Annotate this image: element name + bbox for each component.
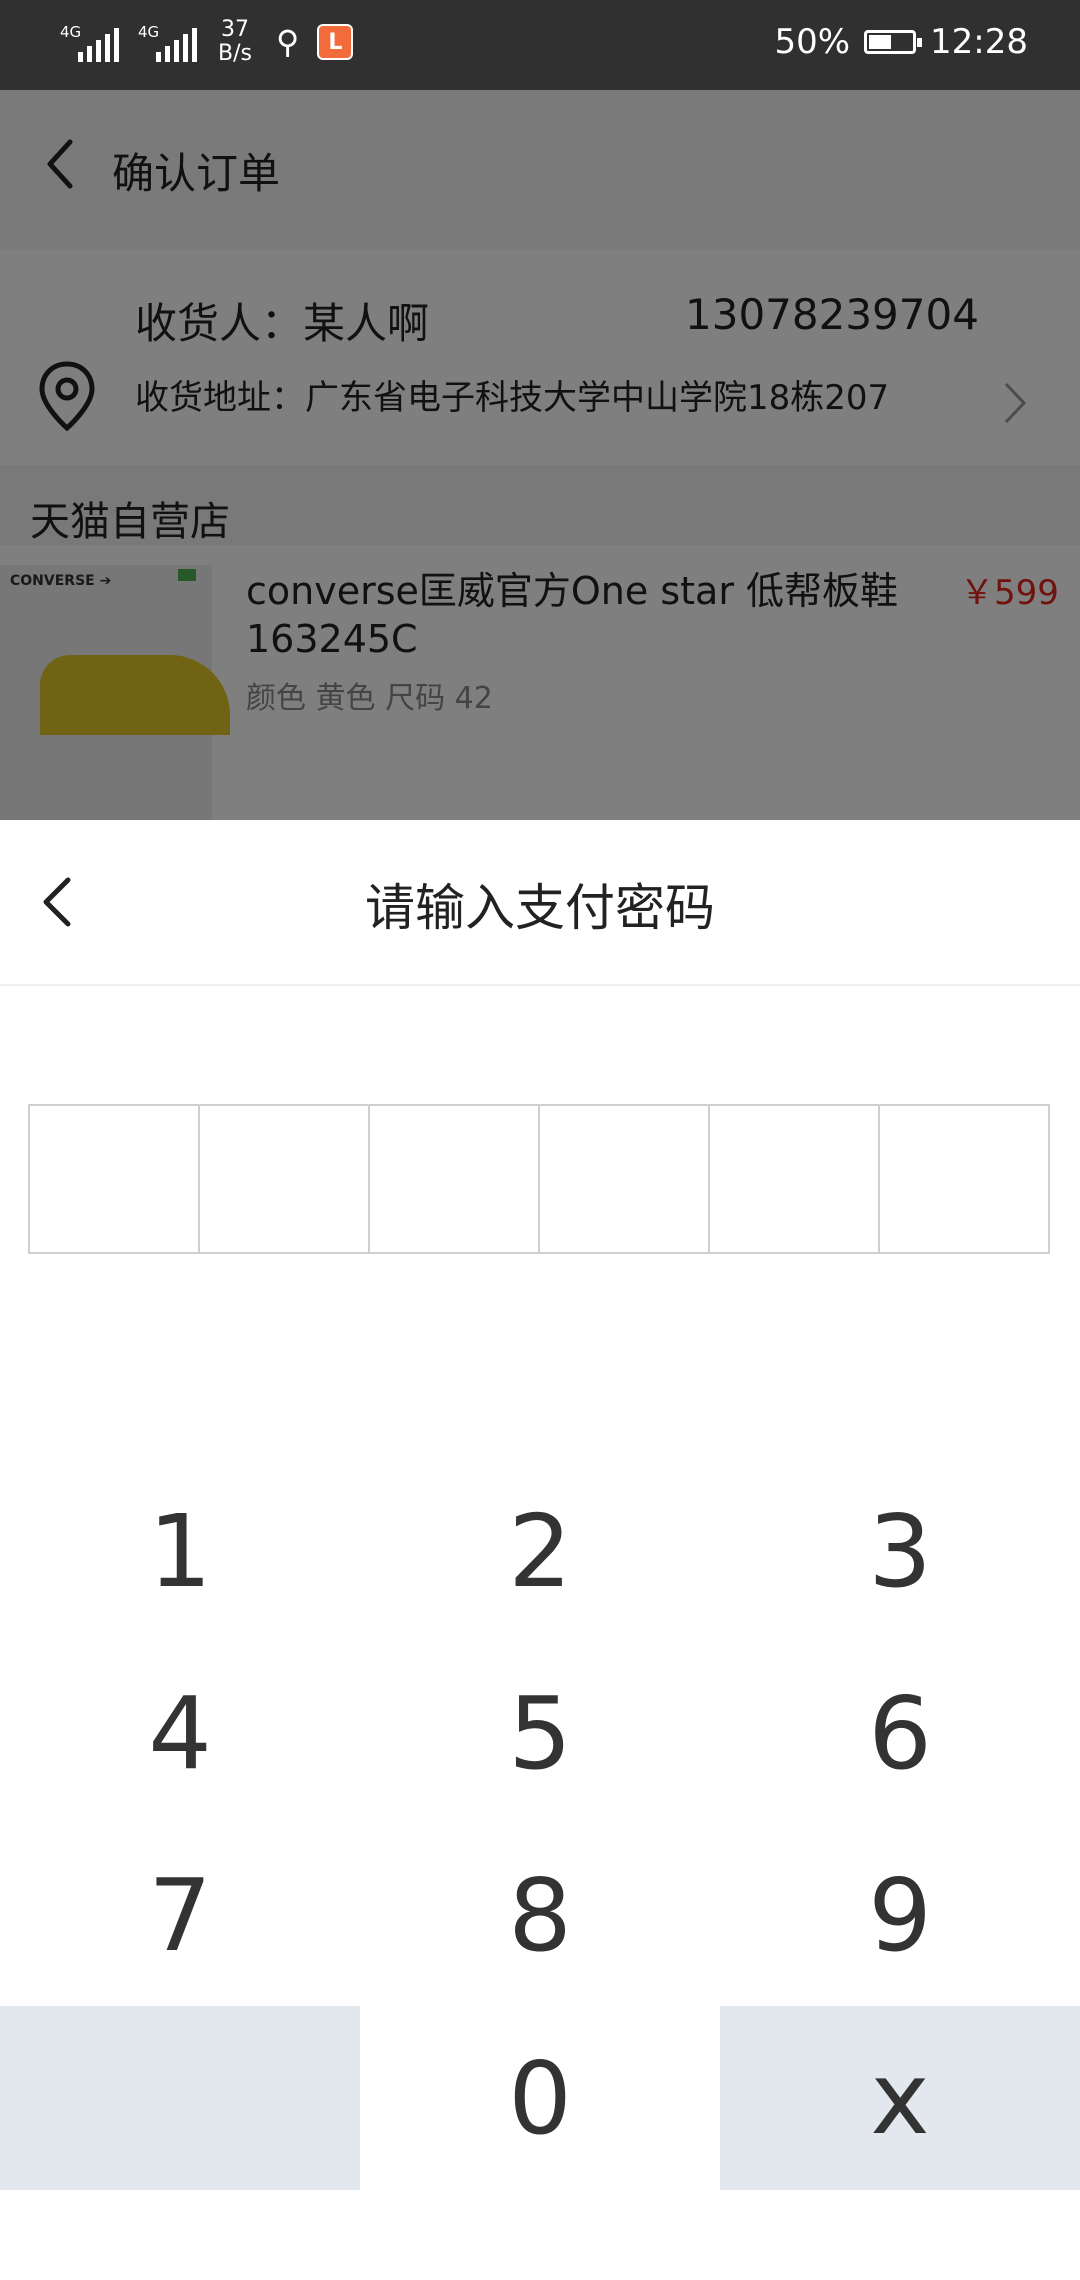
key-5[interactable]: 5: [360, 1642, 720, 1824]
signal-icon-2: 4G: [136, 18, 197, 66]
password-digit-slot: [880, 1106, 1048, 1252]
speed-value: 37: [220, 17, 249, 42]
key-9[interactable]: 9: [720, 1824, 1080, 2006]
sheet-title: 请输入支付密码: [365, 879, 715, 937]
app-notification-icon: L: [317, 24, 354, 60]
key-2[interactable]: 2: [360, 1460, 720, 1642]
status-left: 4G 4G 37 B/s ⚲ L: [58, 18, 354, 66]
key-3[interactable]: 3: [720, 1460, 1080, 1642]
key-7[interactable]: 7: [0, 1824, 360, 2006]
delete-key[interactable]: x: [720, 2006, 1080, 2190]
battery-icon: [864, 30, 923, 54]
password-input-boxes[interactable]: [28, 1104, 1050, 1254]
password-digit-slot: [540, 1106, 710, 1252]
key-0[interactable]: 0: [360, 2006, 720, 2190]
key-4[interactable]: 4: [0, 1642, 360, 1824]
signal-icon-1: 4G: [58, 18, 119, 66]
speed-unit: B/s: [218, 41, 252, 66]
password-digit-slot: [30, 1106, 200, 1252]
key-1[interactable]: 1: [0, 1460, 360, 1642]
clock: 12:28: [930, 22, 1028, 62]
key-6[interactable]: 6: [720, 1642, 1080, 1824]
dim-overlay[interactable]: [0, 90, 1080, 820]
network-speed: 37 B/s: [218, 18, 252, 66]
key-blank: [0, 2006, 360, 2190]
sheet-back-button[interactable]: [32, 872, 82, 932]
sheet-header: 请输入支付密码: [0, 820, 1080, 986]
password-digit-slot: [370, 1106, 540, 1252]
password-digit-slot: [710, 1106, 880, 1252]
password-digit-slot: [200, 1106, 370, 1252]
status-bar: 4G 4G 37 B/s ⚲ L 50% 12:28: [0, 0, 1080, 90]
status-right: 50% 12:28: [774, 22, 1028, 62]
key-8[interactable]: 8: [360, 1824, 720, 2006]
battery-percent: 50%: [774, 22, 851, 62]
numeric-keypad: 1 2 3 4 5 6 7 8 9 0 x: [0, 1460, 1080, 2280]
usb-icon: ⚲: [275, 23, 300, 61]
